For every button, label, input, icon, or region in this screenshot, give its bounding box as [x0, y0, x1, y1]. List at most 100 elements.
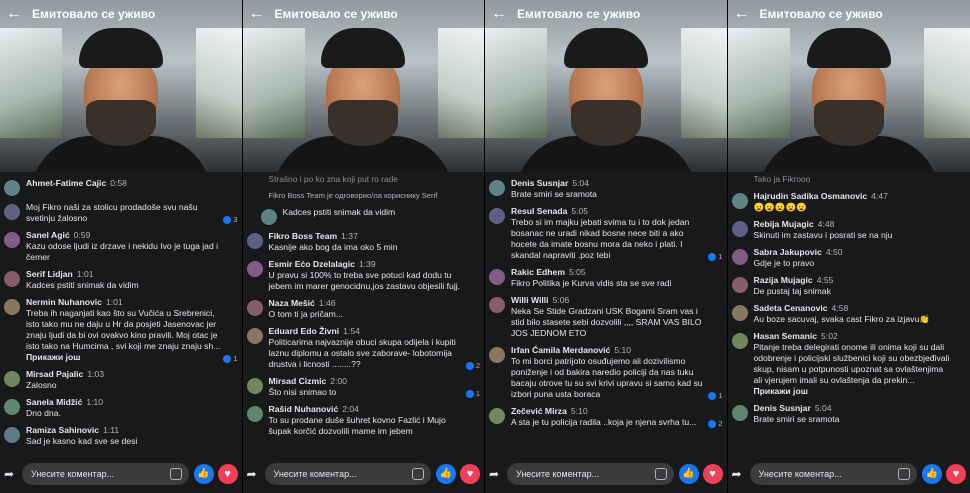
reaction-count[interactable]: 1 [708, 252, 723, 261]
commenter-name-text[interactable]: Mirsad Pajalic [26, 369, 83, 379]
commenter-name[interactable]: Sanel Agić 0:59 [26, 230, 222, 241]
share-icon[interactable]: ➦ [247, 467, 261, 481]
commenter-name[interactable]: Willi Willi 5:06 [511, 295, 707, 306]
commenter-name[interactable]: Nermin Nuhanovic 1:01 [26, 297, 222, 308]
commenter-name[interactable]: Rašid Nuhanović 2:04 [269, 404, 465, 415]
love-button[interactable]: ♥ [217, 464, 238, 484]
avatar[interactable] [731, 305, 748, 321]
back-arrow-icon[interactable]: ← [249, 6, 265, 22]
avatar[interactable] [489, 269, 505, 285]
show-more-link[interactable]: Прикажи још [754, 386, 951, 397]
avatar[interactable] [731, 333, 748, 349]
commenter-name-text[interactable]: Esmir Ećo Dzelalagic [269, 259, 355, 269]
commenter-name-text[interactable]: Rebija Mujagic [754, 219, 814, 229]
commenter-name[interactable]: Ramiza Sahinovic 1:11 [26, 425, 222, 436]
avatar[interactable] [246, 328, 263, 344]
share-icon[interactable]: ➦ [4, 467, 18, 481]
commenter-name-text[interactable]: Mirsad Cizmic [269, 376, 327, 386]
reaction-count[interactable]: 3 [223, 215, 238, 224]
commenter-name-text[interactable]: Rakic Edhem [511, 267, 565, 277]
commenter-name[interactable]: Sadeta Cenanovic 4:58 [754, 303, 951, 314]
video-player[interactable]: ← Емитовало се уживо [485, 0, 727, 172]
avatar[interactable] [246, 378, 263, 394]
video-player[interactable]: ← Емитовало се уживо [727, 0, 970, 172]
avatar[interactable] [4, 271, 20, 287]
avatar[interactable] [4, 232, 20, 248]
commenter-name[interactable]: Rebija Mujagic 4:48 [754, 219, 951, 230]
avatar[interactable] [731, 405, 748, 421]
avatar[interactable] [489, 347, 505, 363]
commenter-name-text[interactable]: Sanel Agić [26, 230, 70, 240]
commenter-name[interactable]: Denis Susnjar 5:04 [754, 403, 951, 414]
commenter-name-text[interactable]: Sadeta Cenanovic [754, 303, 828, 313]
commenter-name-text[interactable]: Willi Willi [511, 295, 549, 305]
back-arrow-icon[interactable]: ← [734, 6, 750, 22]
like-button[interactable]: 👍 [193, 464, 214, 484]
love-button[interactable]: ♥ [460, 464, 480, 484]
commenter-name[interactable]: Ahmet-Fatime Cajic 0:58 [26, 178, 222, 189]
video-player[interactable]: ← Емитовало се уживо [0, 0, 242, 172]
reaction-count[interactable]: 1 [223, 354, 238, 363]
commenter-name[interactable]: Fikro Boss Team 1:37 [269, 231, 465, 242]
commenter-name-text[interactable]: Naza Mešić [269, 298, 315, 308]
commenter-name-text[interactable]: Rašid Nuhanović [269, 404, 339, 414]
share-icon[interactable]: ➦ [732, 467, 746, 481]
comment-list[interactable]: Ahmet-Fatime Cajic 0:58 Moj Fikro naši za … [0, 172, 242, 455]
commenter-name-text[interactable]: Ahmet-Fatime Cajic [26, 178, 106, 188]
commenter-name[interactable]: Serif Lidjan 1:01 [26, 269, 222, 280]
reaction-count[interactable]: 2 [465, 361, 480, 370]
avatar[interactable] [489, 208, 505, 224]
love-button[interactable]: ♥ [702, 464, 723, 484]
avatar[interactable] [489, 408, 505, 424]
avatar[interactable] [4, 371, 20, 387]
commenter-name[interactable]: Razija Mujagic 4:55 [754, 275, 951, 286]
commenter-name-text[interactable]: Serif Lidjan [26, 269, 73, 279]
commenter-name-text[interactable]: Sanela Midžić [26, 397, 82, 407]
commenter-name-text[interactable]: Hajrudin Sadika Osmanovic [754, 191, 868, 201]
commenter-name-text[interactable]: Ramiza Sahinovic [26, 425, 99, 435]
comment-input[interactable]: Унесите коментар... [22, 463, 189, 485]
avatar[interactable] [4, 180, 20, 196]
sticker-icon[interactable] [898, 468, 910, 480]
sticker-icon[interactable] [654, 468, 667, 480]
avatar[interactable] [489, 297, 505, 313]
commenter-name[interactable]: Eduard Edo Živni 1:54 [269, 326, 465, 337]
show-more-link[interactable]: Прикажи још [26, 352, 222, 363]
avatar[interactable] [731, 221, 748, 237]
comment-list[interactable]: Strašno i po ko zna koji put ro rade Fikr… [243, 172, 485, 455]
back-arrow-icon[interactable]: ← [491, 6, 507, 22]
commenter-name-text[interactable]: Zečević Mirza [511, 406, 567, 416]
sticker-icon[interactable] [412, 468, 424, 480]
commenter-name[interactable]: Naza Mešić 1:46 [269, 298, 465, 309]
share-icon[interactable]: ➦ [489, 467, 503, 481]
commenter-name[interactable]: Rakic Edhem 5:05 [511, 267, 707, 278]
commenter-name[interactable]: Sabra Jakupovic 4:50 [754, 247, 951, 258]
avatar[interactable] [246, 261, 263, 277]
commenter-name-text[interactable]: Razija Mujagic [754, 275, 813, 285]
avatar[interactable] [731, 249, 748, 265]
commenter-name-text[interactable]: Nermin Nuhanovic [26, 297, 102, 307]
like-button[interactable]: 👍 [678, 464, 699, 484]
commenter-name[interactable]: Hasan Semanic 5:02 [754, 331, 951, 342]
commenter-name-text[interactable]: Fikro Boss Team [269, 231, 338, 241]
avatar[interactable] [731, 277, 748, 293]
commenter-name-text[interactable]: Denis Susnjar [511, 178, 568, 188]
avatar[interactable] [489, 180, 505, 196]
sticker-icon[interactable] [169, 468, 182, 480]
commenter-name[interactable]: Hajrudin Sadika Osmanovic 4:47 [754, 191, 951, 202]
like-button[interactable]: 👍 [922, 464, 942, 484]
commenter-name[interactable]: Mirsad Cizmic 2:00 [269, 376, 465, 387]
comment-input[interactable]: Унесите коментар... [749, 463, 917, 485]
comment-list[interactable]: Denis Susnjar 5:04 Brate smiri se sramota R… [485, 172, 727, 455]
commenter-name[interactable]: Denis Susnjar 5:04 [511, 178, 707, 189]
avatar[interactable] [4, 299, 20, 315]
commenter-name[interactable]: Irfan Ćamila Merdanović 5:10 [511, 345, 707, 356]
commenter-name[interactable]: Mirsad Pajalic 1:03 [26, 369, 222, 380]
comment-input[interactable]: Унесите коментар... [507, 463, 674, 485]
avatar[interactable] [246, 233, 263, 249]
avatar[interactable] [260, 209, 277, 225]
like-button[interactable]: 👍 [436, 464, 456, 484]
commenter-name-text[interactable]: Resul Senada [511, 206, 567, 216]
avatar[interactable] [4, 427, 20, 443]
avatar[interactable] [731, 193, 748, 209]
